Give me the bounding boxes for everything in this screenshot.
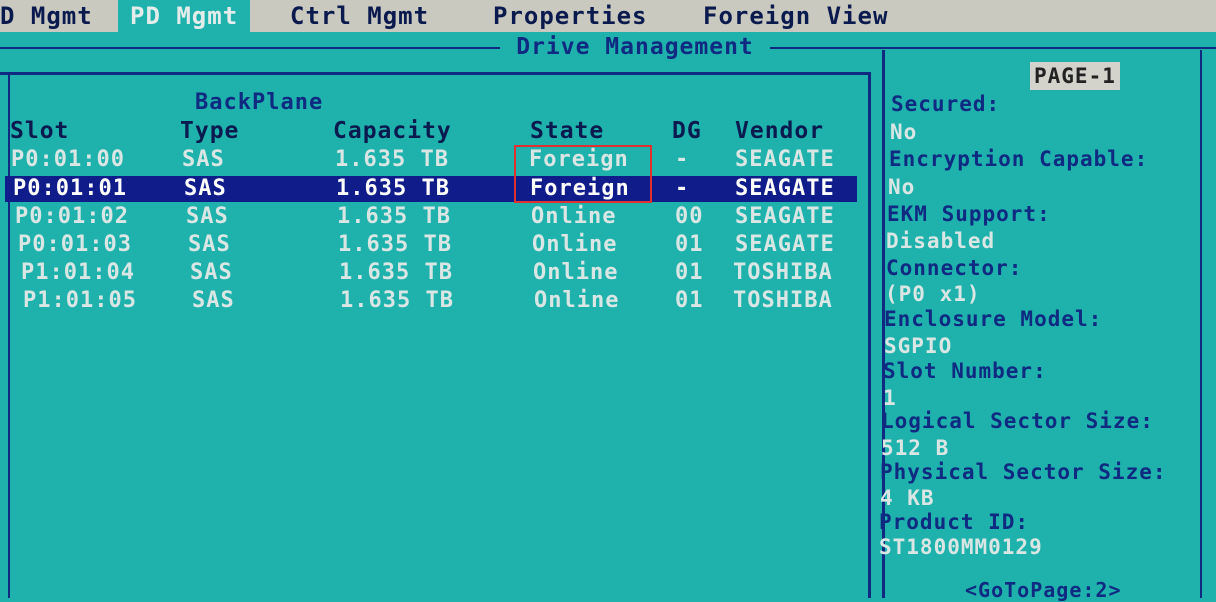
enclosure-model-value: SGPIO bbox=[884, 334, 953, 358]
cell-slot: P0:01:03 bbox=[18, 232, 132, 257]
cell-dg: 01 bbox=[675, 288, 704, 313]
cell-dg: 00 bbox=[675, 204, 704, 229]
physical-sector-size-value: 4 KB bbox=[880, 486, 935, 510]
secured-value: No bbox=[890, 120, 918, 144]
backplane-label: BackPlane bbox=[195, 90, 324, 115]
table-row[interactable]: P0:01:02 SAS 1.635 TB Online 00 SEAGATE bbox=[5, 204, 857, 230]
cell-capacity: 1.635 TB bbox=[340, 288, 454, 313]
cell-slot: P1:01:04 bbox=[21, 260, 135, 285]
panel-title: Drive Management bbox=[500, 34, 770, 60]
enclosure-model-label: Enclosure Model: bbox=[884, 307, 1103, 331]
table-row[interactable]: P1:01:05 SAS 1.635 TB Online 01 TOSHIBA bbox=[5, 288, 857, 314]
cell-capacity: 1.635 TB bbox=[336, 176, 450, 201]
menu-d-mgmt[interactable]: D Mgmt bbox=[0, 2, 93, 30]
cell-capacity: 1.635 TB bbox=[337, 204, 451, 229]
cell-state: Online bbox=[533, 260, 619, 285]
cell-capacity: 1.635 TB bbox=[339, 260, 453, 285]
cell-capacity: 1.635 TB bbox=[335, 147, 449, 172]
cell-dg: 01 bbox=[675, 260, 704, 285]
cell-slot: P0:01:02 bbox=[15, 204, 129, 229]
info-right-border bbox=[1200, 50, 1202, 598]
cell-slot: P0:01:00 bbox=[11, 147, 125, 172]
cell-vendor: TOSHIBA bbox=[733, 260, 833, 285]
table-right-border bbox=[868, 72, 871, 598]
menu-ctrl-mgmt[interactable]: Ctrl Mgmt bbox=[290, 2, 429, 30]
connector-label: Connector: bbox=[886, 256, 1023, 280]
cell-vendor: SEAGATE bbox=[735, 232, 835, 257]
header-type: Type bbox=[180, 118, 240, 144]
page-indicator: PAGE-1 bbox=[1030, 62, 1120, 90]
cell-state: Online bbox=[532, 232, 618, 257]
cell-vendor: SEAGATE bbox=[735, 204, 835, 229]
menu-properties[interactable]: Properties bbox=[493, 2, 648, 30]
slot-number-value: 1 bbox=[883, 386, 897, 410]
encryption-capable-value: No bbox=[888, 175, 916, 199]
cell-type: SAS bbox=[190, 260, 233, 285]
product-id-value: ST1800MM0129 bbox=[879, 535, 1043, 559]
cell-vendor: SEAGATE bbox=[735, 147, 835, 172]
goto-page-link[interactable]: <GoToPage:2> bbox=[965, 578, 1122, 602]
cell-capacity: 1.635 TB bbox=[338, 232, 452, 257]
cell-dg: 01 bbox=[675, 232, 704, 257]
menu-foreign-view[interactable]: Foreign View bbox=[703, 2, 888, 30]
cell-slot: P1:01:05 bbox=[23, 288, 137, 313]
table-row[interactable]: P0:01:00 SAS 1.635 TB Foreign - SEAGATE bbox=[5, 147, 857, 173]
cell-vendor: SEAGATE bbox=[735, 176, 835, 201]
connector-value: (P0 x1) bbox=[885, 282, 981, 306]
cell-state: Online bbox=[531, 204, 617, 229]
table-row[interactable]: P1:01:04 SAS 1.635 TB Online 01 TOSHIBA bbox=[5, 260, 857, 286]
ekm-support-label: EKM Support: bbox=[887, 202, 1051, 226]
menu-pd-mgmt[interactable]: PD Mgmt bbox=[118, 0, 251, 32]
cell-slot: P0:01:01 bbox=[13, 176, 127, 201]
header-vendor: Vendor bbox=[735, 118, 825, 144]
slot-number-label: Slot Number: bbox=[883, 359, 1047, 383]
header-capacity: Capacity bbox=[333, 118, 452, 144]
logical-sector-size-label: Logical Sector Size: bbox=[881, 409, 1154, 433]
cell-type: SAS bbox=[186, 204, 229, 229]
cell-type: SAS bbox=[188, 232, 231, 257]
cell-type: SAS bbox=[182, 147, 225, 172]
cell-dg: - bbox=[675, 147, 690, 172]
secured-label: Secured: bbox=[891, 92, 1001, 116]
cell-vendor: TOSHIBA bbox=[733, 288, 833, 313]
header-slot: Slot bbox=[10, 118, 70, 144]
cell-type: SAS bbox=[184, 176, 227, 201]
ekm-support-value: Disabled bbox=[886, 229, 996, 253]
product-id-label: Product ID: bbox=[879, 510, 1030, 534]
encryption-capable-label: Encryption Capable: bbox=[889, 147, 1149, 171]
table-top-border bbox=[0, 72, 870, 75]
foreign-state-highlight bbox=[514, 145, 652, 203]
header-dg: DG bbox=[672, 118, 702, 144]
table-row[interactable]: P0:01:03 SAS 1.635 TB Online 01 SEAGATE bbox=[5, 232, 857, 258]
menu-bar: D Mgmt PD Mgmt Ctrl Mgmt Properties Fore… bbox=[0, 0, 1216, 32]
cell-type: SAS bbox=[192, 288, 235, 313]
cell-state: Online bbox=[534, 288, 620, 313]
logical-sector-size-value: 512 B bbox=[881, 436, 950, 460]
cell-dg: - bbox=[675, 176, 690, 201]
physical-sector-size-label: Physical Sector Size: bbox=[880, 460, 1167, 484]
header-state: State bbox=[530, 118, 605, 144]
table-row[interactable]: P0:01:01 SAS 1.635 TB Foreign - SEAGATE bbox=[5, 176, 857, 202]
